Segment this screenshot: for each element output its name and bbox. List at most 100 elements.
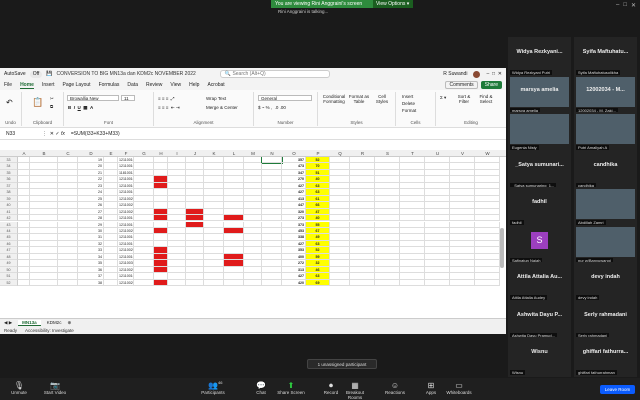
column-header-g[interactable]: G xyxy=(134,150,154,157)
column-header-u[interactable]: U xyxy=(425,150,450,157)
table-cell[interactable] xyxy=(58,279,78,286)
share-button[interactable]: Share xyxy=(480,81,502,89)
share-screen-button[interactable]: ⬆ Share Screen xyxy=(276,381,306,395)
column-header-n[interactable]: N xyxy=(262,150,282,157)
sheet-tab-mn13a[interactable]: MN13a xyxy=(18,319,41,326)
participant-tile[interactable]: ghiffari fathurra... ghiffari fathurrahma… xyxy=(574,337,637,377)
column-header-h[interactable]: H xyxy=(154,150,168,157)
avatar[interactable] xyxy=(473,70,481,78)
table-cell[interactable] xyxy=(30,279,58,286)
vertical-scrollbar[interactable] xyxy=(500,228,504,268)
wrap-text-button[interactable]: Wrap Text xyxy=(206,96,226,101)
table-cell[interactable] xyxy=(400,279,425,286)
font-name-select[interactable]: Browallia New xyxy=(67,95,119,101)
table-cell[interactable] xyxy=(425,279,450,286)
sheet-nav-icon[interactable]: ◀ ▶ xyxy=(4,320,12,326)
menu-tab-data[interactable]: Data xyxy=(127,82,138,89)
column-header-a[interactable]: A xyxy=(18,150,30,157)
participant-tile[interactable]: marsya amelia marsya amelia xyxy=(508,74,571,115)
column-header-d[interactable]: D xyxy=(78,150,104,157)
column-header-p[interactable]: P xyxy=(306,150,330,157)
maximize-icon[interactable]: □ xyxy=(623,2,627,9)
align-top-icon[interactable]: ≡ ≡ ≡ ⤢ xyxy=(158,96,174,101)
menu-tab-acrobat[interactable]: Acrobat xyxy=(207,82,224,89)
table-cell[interactable] xyxy=(18,279,30,286)
chat-button[interactable]: 💬 Chat xyxy=(246,381,276,395)
participant-tile[interactable]: Syifa Maftuhatu... Syifa Maftuhatusolikha xyxy=(574,37,637,77)
participant-tile[interactable]: Putri Amaliyah A xyxy=(574,112,637,152)
merge-center-button[interactable]: Merge & Center xyxy=(206,105,238,110)
font-size-select[interactable]: 11 xyxy=(121,95,135,101)
autosum-icon[interactable]: Σ ▾ xyxy=(440,95,446,101)
format-button[interactable]: Format xyxy=(402,108,416,113)
menu-tab-insert[interactable]: Insert xyxy=(42,82,55,89)
table-cell[interactable] xyxy=(330,279,350,286)
table-cell[interactable]: 69 xyxy=(306,279,330,286)
table-cell[interactable] xyxy=(375,279,400,286)
column-header-v[interactable]: V xyxy=(450,150,475,157)
participant-tile[interactable]: nur w/Banyuwangi xyxy=(574,224,637,265)
row-header[interactable]: 52 xyxy=(0,279,18,286)
participant-tile[interactable]: Ashwita Dayu P... Ashwita Dayu Pramud... xyxy=(508,299,571,340)
breakout-rooms-button[interactable]: ▦ Breakout Rooms xyxy=(340,381,370,400)
whiteboards-button[interactable]: ▭ Whiteboards xyxy=(444,381,474,395)
table-cell[interactable] xyxy=(204,279,224,286)
table-cell[interactable] xyxy=(104,279,118,286)
table-cell[interactable] xyxy=(186,279,204,286)
column-header-l[interactable]: L xyxy=(224,150,244,157)
participant-tile[interactable]: S Safinatun Najah xyxy=(508,224,571,265)
menu-tab-file[interactable]: File xyxy=(4,82,12,89)
menu-tab-page-layout[interactable]: Page Layout xyxy=(62,82,90,89)
paste-icon[interactable]: 📋 xyxy=(32,97,43,108)
table-cell[interactable] xyxy=(350,279,375,286)
conditional-formatting-button[interactable]: Conditional Formatting xyxy=(321,94,347,104)
column-header-b[interactable]: B xyxy=(30,150,58,157)
column-header-o[interactable]: O xyxy=(282,150,306,157)
table-cell[interactable] xyxy=(450,279,475,286)
column-header-f[interactable]: F xyxy=(118,150,134,157)
table-cell[interactable] xyxy=(168,279,186,286)
participant-tile[interactable]: devy indah devy indah xyxy=(574,262,637,302)
participant-tile[interactable]: _Satya sumunari... _Satya sumunaring_1... xyxy=(508,149,571,190)
participant-tile[interactable]: Abdillah Zamri xyxy=(574,187,637,227)
participant-tile[interactable]: Widya Rezkyani... Widya Rezkyani Putri xyxy=(508,37,571,77)
minimize-icon[interactable]: – xyxy=(616,2,619,9)
column-header-c[interactable]: C xyxy=(58,150,78,157)
unassigned-toast[interactable]: 1 unassigned participant xyxy=(307,359,377,369)
name-box[interactable]: N33 xyxy=(6,131,36,137)
cell-styles-button[interactable]: Cell Styles xyxy=(372,94,392,104)
table-cell[interactable] xyxy=(154,279,168,286)
column-header-q[interactable]: Q xyxy=(330,150,350,157)
delete-button[interactable]: Delete xyxy=(402,101,415,106)
menu-tab-help[interactable]: Help xyxy=(189,82,199,89)
participant-tile[interactable]: fadhil fadhil xyxy=(508,187,571,227)
column-header-s[interactable]: S xyxy=(375,150,400,157)
sort-filter-button[interactable]: Sort & Filter xyxy=(454,94,474,104)
format-as-table-button[interactable]: Format as Table xyxy=(348,94,370,104)
table-cell[interactable] xyxy=(224,279,244,286)
formula-input[interactable]: =SUM(I33+K33+M33) xyxy=(71,131,120,137)
participant-tile[interactable]: 12002034 - M... 12002034 - M. Zaki... xyxy=(574,74,637,115)
column-header-i[interactable]: I xyxy=(168,150,186,157)
column-header-k[interactable]: K xyxy=(204,150,224,157)
bold-icon[interactable]: B I U ▦ A xyxy=(68,105,93,111)
participant-tile[interactable]: Serly rahmadani Serly rahmadani xyxy=(574,299,637,340)
table-cell[interactable]: 1211002044 xyxy=(118,279,134,286)
sheet-tab-kdm2c[interactable]: KDM2c xyxy=(47,320,62,325)
cut-icon[interactable]: ✂ xyxy=(50,96,54,102)
menu-tab-home[interactable]: Home xyxy=(20,82,34,89)
participant-tile[interactable]: Eugenia Nisty xyxy=(508,112,571,152)
start-video-button[interactable]: 📷 Start Video xyxy=(40,381,70,395)
insert-button[interactable]: Insert xyxy=(402,94,413,99)
participant-tile[interactable]: Wisnu Wisnu xyxy=(508,337,571,377)
undo-icon[interactable]: ↶ xyxy=(6,98,13,107)
reactions-button[interactable]: ☺ Reactions xyxy=(380,381,410,395)
table-cell[interactable] xyxy=(244,279,262,286)
column-header-e[interactable]: E xyxy=(104,150,118,157)
leave-room-button[interactable]: Leave Room xyxy=(600,385,635,394)
apps-button[interactable]: ⊞ Apps xyxy=(416,381,446,395)
save-icon[interactable]: 💾 xyxy=(46,71,52,77)
unmute-button[interactable]: 🎙 Unmute xyxy=(4,381,34,395)
column-header-t[interactable]: T xyxy=(400,150,425,157)
copy-icon[interactable]: ⧉ xyxy=(50,104,53,109)
